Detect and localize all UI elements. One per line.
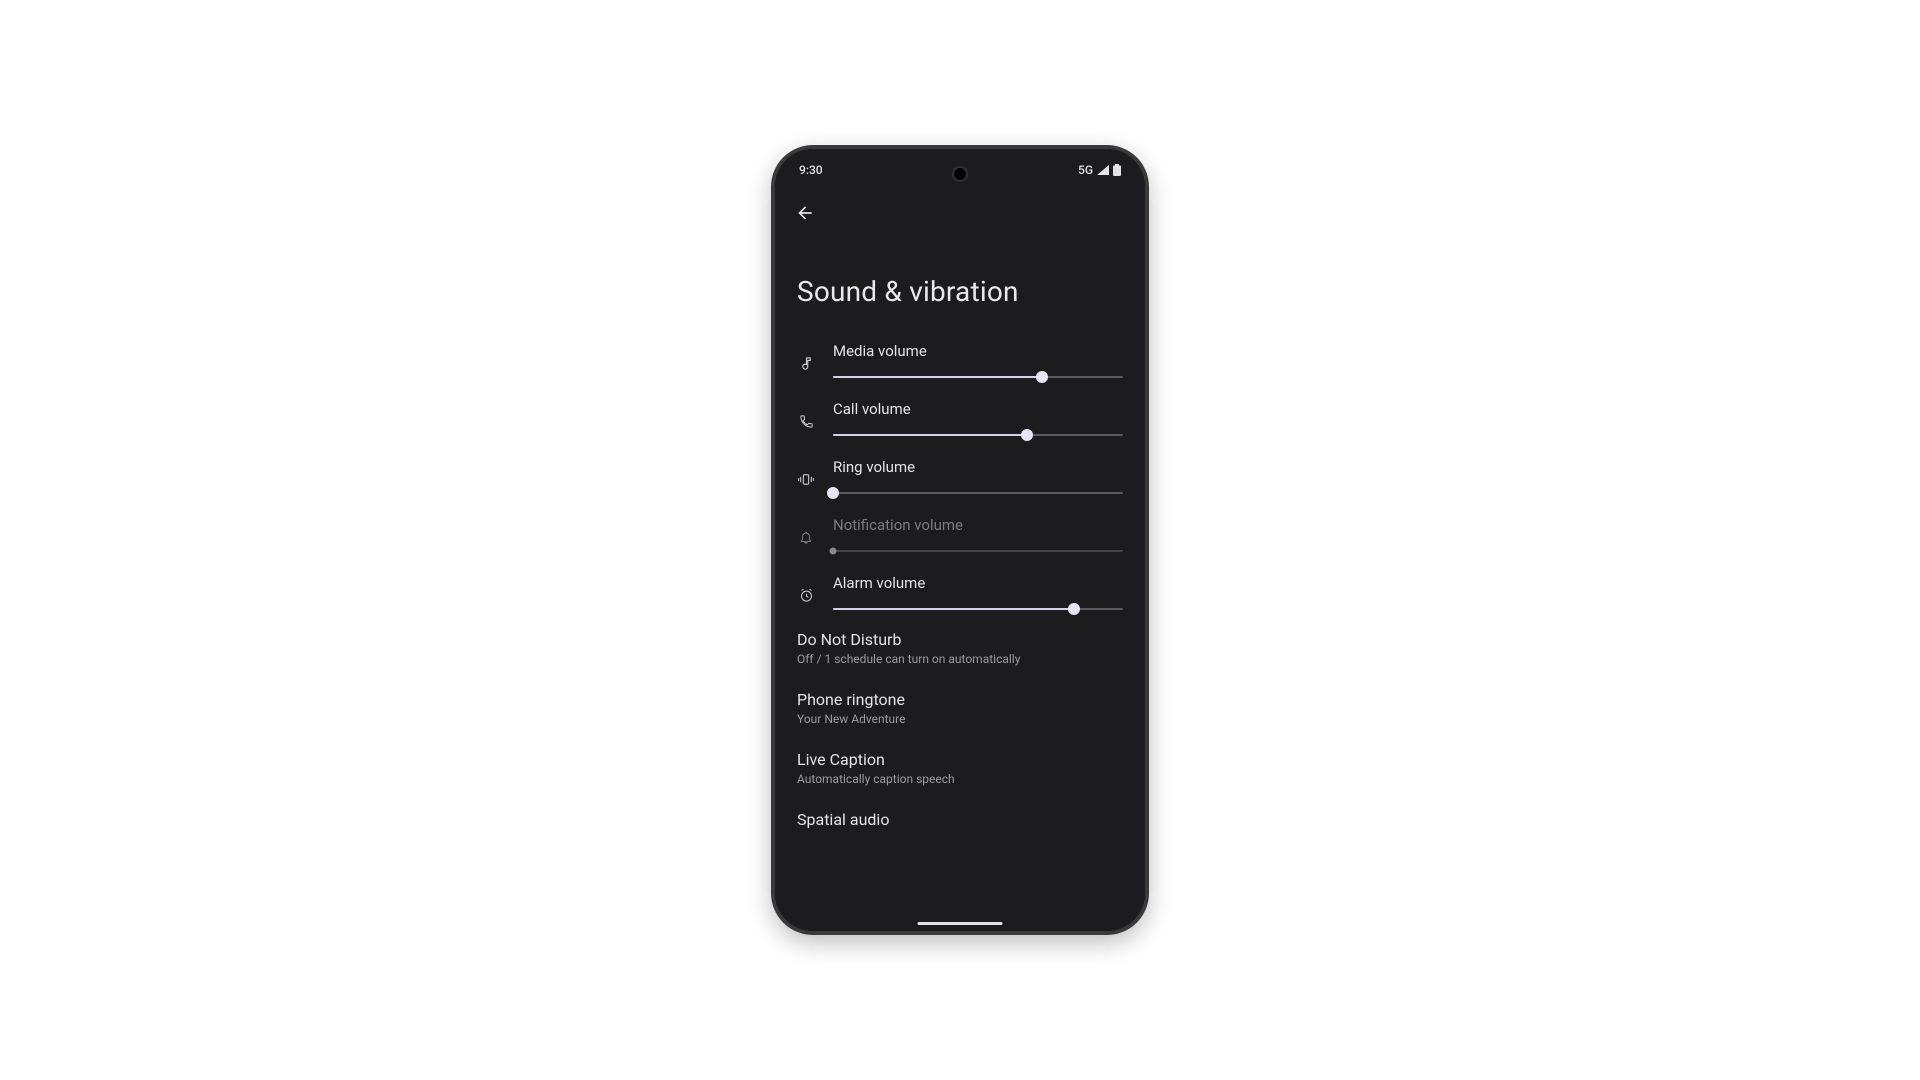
ring-volume-slider[interactable]: [833, 492, 1123, 494]
list-item-title: Do Not Disturb: [797, 630, 1123, 649]
phone-icon: [797, 400, 815, 429]
notification-volume-slider: [833, 550, 1123, 552]
arrow-left-icon: [795, 203, 815, 223]
list-item-title: Live Caption: [797, 750, 1123, 769]
ring-volume-row: Ring volume: [775, 444, 1145, 502]
media-volume-slider[interactable]: [833, 376, 1123, 378]
status-time: 9:30: [799, 163, 823, 177]
alarm-volume-slider[interactable]: [833, 608, 1123, 610]
live-caption-item[interactable]: Live Caption Automatically caption speec…: [775, 738, 1145, 798]
back-button[interactable]: [793, 201, 817, 225]
call-volume-row: Call volume: [775, 386, 1145, 444]
vibrate-icon: [797, 458, 815, 487]
camera-cutout: [952, 166, 968, 182]
do-not-disturb-item[interactable]: Do Not Disturb Off / 1 schedule can turn…: [775, 618, 1145, 678]
alarm-icon: [797, 574, 815, 603]
battery-icon: [1113, 164, 1121, 176]
slider-label: Notification volume: [833, 516, 1123, 534]
slider-label: Alarm volume: [833, 574, 1123, 592]
page-title: Sound & vibration: [775, 225, 1145, 328]
list-item-title: Phone ringtone: [797, 690, 1123, 709]
signal-icon: [1097, 165, 1109, 175]
phone-ringtone-item[interactable]: Phone ringtone Your New Adventure: [775, 678, 1145, 738]
media-volume-row: Media volume: [775, 328, 1145, 386]
notification-volume-row: Notification volume: [775, 502, 1145, 560]
nav-handle[interactable]: [918, 922, 1003, 925]
screen: 9:30 5G Sound & vibration M: [775, 149, 1145, 931]
slider-label: Media volume: [833, 342, 1123, 360]
list-item-subtitle: Automatically caption speech: [797, 772, 1123, 786]
slider-label: Call volume: [833, 400, 1123, 418]
bell-icon: [797, 516, 815, 545]
status-network: 5G: [1078, 163, 1093, 177]
call-volume-slider[interactable]: [833, 434, 1123, 436]
list-item-title: Spatial audio: [797, 810, 1123, 829]
list-item-subtitle: Off / 1 schedule can turn on automatical…: [797, 652, 1123, 666]
slider-label: Ring volume: [833, 458, 1123, 476]
list-item-subtitle: Your New Adventure: [797, 712, 1123, 726]
alarm-volume-row: Alarm volume: [775, 560, 1145, 618]
phone-frame: 9:30 5G Sound & vibration M: [771, 145, 1149, 935]
spatial-audio-item[interactable]: Spatial audio: [775, 798, 1145, 834]
music-note-icon: [797, 342, 815, 371]
